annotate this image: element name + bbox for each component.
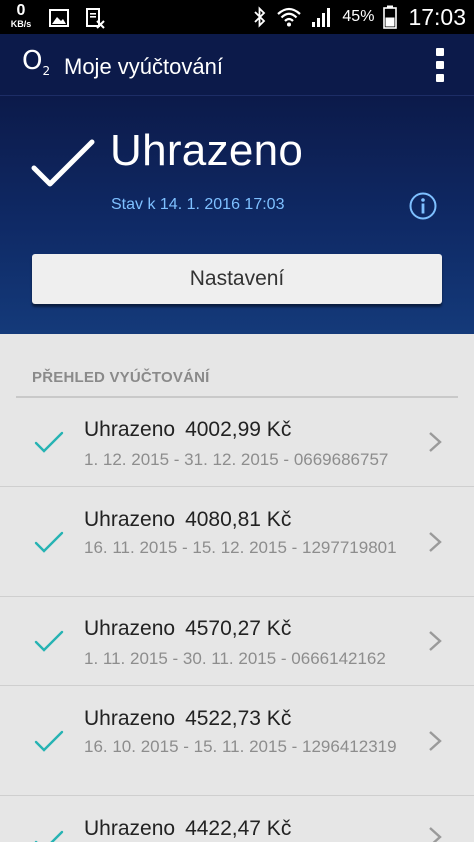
item-status: Uhrazeno <box>84 707 176 730</box>
image-icon <box>49 9 69 27</box>
item-status: Uhrazeno <box>84 508 176 531</box>
status-date: Stav k 14. 1. 2016 17:03 <box>111 196 285 213</box>
item-amount: 4570,27 Kč <box>185 617 292 640</box>
list-item[interactable]: Uhrazeno 4522,73 Kč 16. 10. 2015 - 15. 11… <box>0 686 474 796</box>
info-icon[interactable] <box>408 191 438 221</box>
storage-full-icon <box>86 8 105 29</box>
item-detail: 1. 12. 2015 - 31. 12. 2015 - 0669686757 <box>84 450 389 469</box>
bluetooth-icon <box>254 6 266 28</box>
checkmark-icon <box>34 830 64 842</box>
battery-percent: 45% <box>342 8 375 25</box>
item-status: Uhrazeno <box>84 617 176 640</box>
item-status: Uhrazeno <box>84 817 176 840</box>
signal-icon <box>312 8 331 27</box>
item-detail: 1. 11. 2015 - 30. 11. 2015 - 0666142162 <box>84 649 386 668</box>
list-item[interactable]: Uhrazeno 4570,27 Kč 1. 11. 2015 - 30. 11.… <box>0 597 474 686</box>
network-speed-value: 0 <box>16 2 26 19</box>
checkmark-icon <box>34 630 64 652</box>
item-amount: 4522,73 Kč <box>185 707 292 730</box>
item-title: Uhrazeno 4002,99 Kč <box>84 418 291 442</box>
chevron-right-icon <box>429 532 442 552</box>
checkmark-icon <box>31 139 95 187</box>
battery-icon <box>383 5 398 29</box>
network-speed: 0 KB/s <box>8 3 34 29</box>
item-title: Uhrazeno 4080,81 Kč <box>84 508 291 532</box>
settings-button[interactable]: Nastavení <box>32 254 442 304</box>
status-bar: 0 KB/s 45% 17:03 <box>0 0 474 34</box>
clock: 17:03 <box>408 3 466 30</box>
status-panel: Uhrazeno Stav k 14. 1. 2016 17:03 Nastav… <box>0 96 474 334</box>
app-bar: O2 Moje vyúčtování <box>0 34 474 96</box>
payment-status: Uhrazeno <box>110 126 304 175</box>
chevron-right-icon <box>429 731 442 751</box>
checkmark-icon <box>34 431 64 453</box>
checkmark-icon <box>34 531 64 553</box>
chevron-right-icon <box>429 432 442 452</box>
item-title: Uhrazeno 4570,27 Kč <box>84 617 291 641</box>
list-item[interactable]: Uhrazeno 4422,47 Kč <box>0 796 474 842</box>
section-header: PŘEHLED VYÚČTOVÁNÍ <box>32 369 210 386</box>
checkmark-icon <box>34 730 64 752</box>
item-amount: 4002,99 Kč <box>185 418 292 441</box>
item-title: Uhrazeno 4422,47 Kč <box>84 817 291 841</box>
chevron-right-icon <box>429 631 442 651</box>
item-amount: 4422,47 Kč <box>185 817 292 840</box>
wifi-icon <box>277 7 302 27</box>
list-item[interactable]: Uhrazeno 4080,81 Kč 16. 11. 2015 - 15. 12… <box>0 487 474 597</box>
overflow-menu-icon[interactable] <box>434 48 446 82</box>
item-detail: 16. 10. 2015 - 15. 11. 2015 - 1296412319 <box>84 737 397 756</box>
item-amount: 4080,81 Kč <box>185 508 292 531</box>
logo-subscript: 2 <box>42 64 51 78</box>
network-speed-unit: KB/s <box>10 19 32 29</box>
logo-letter: O <box>22 46 43 76</box>
chevron-right-icon <box>429 827 442 842</box>
o2-logo: O2 <box>22 48 50 77</box>
billing-list: Uhrazeno 4002,99 Kč 1. 12. 2015 - 31. 12.… <box>0 398 474 842</box>
item-detail: 16. 11. 2015 - 15. 12. 2015 - 1297719801 <box>84 538 397 557</box>
list-item[interactable]: Uhrazeno 4002,99 Kč 1. 12. 2015 - 31. 12.… <box>0 398 474 487</box>
item-status: Uhrazeno <box>84 418 176 441</box>
item-title: Uhrazeno 4522,73 Kč <box>84 707 291 731</box>
page-title: Moje vyúčtování <box>64 54 223 79</box>
